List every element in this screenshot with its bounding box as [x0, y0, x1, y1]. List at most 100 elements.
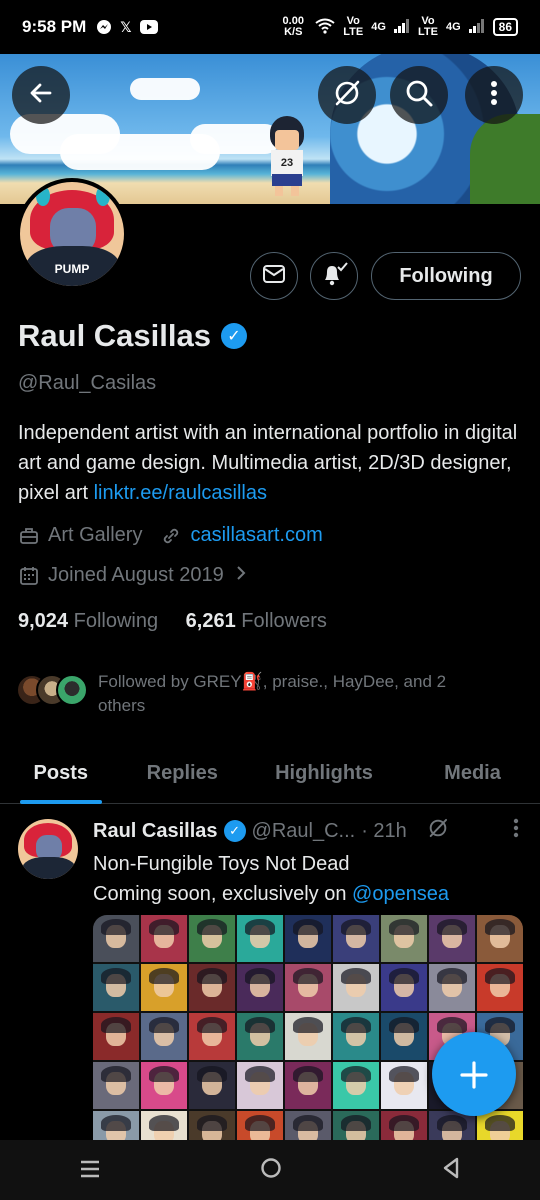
media-tile [141, 964, 187, 1011]
post-author-handle[interactable]: @Raul_C... [252, 820, 356, 843]
tab-highlights[interactable]: Highlights [243, 744, 405, 803]
media-tile [285, 915, 331, 962]
plus-icon [459, 1047, 489, 1101]
media-tile [141, 1062, 187, 1109]
media-tile [477, 964, 523, 1011]
post-line2: Coming soon, exclusively on @opensea [93, 879, 449, 909]
back-button[interactable] [12, 66, 70, 124]
bio-link[interactable]: linktr.ee/raulcasillas [94, 482, 267, 504]
avatar-hoodie-text: PUMP [54, 262, 90, 276]
media-tile [189, 1062, 235, 1109]
media-tile [429, 915, 475, 962]
tab-posts[interactable]: Posts [0, 744, 122, 804]
media-tile [237, 915, 283, 962]
signal-icon [468, 18, 485, 36]
net-speed: 0.00 K/S [282, 15, 304, 38]
sim2-volte: Vo LTE [417, 15, 438, 38]
follower-avatar [56, 674, 88, 706]
media-tile [333, 1062, 379, 1109]
profile-name-row: Raul Casillas ✓ [18, 318, 247, 354]
sim1-network: 4G [371, 21, 386, 33]
tab-media[interactable]: Media [405, 744, 540, 803]
compose-post-button[interactable] [432, 1032, 516, 1116]
media-tile [381, 1013, 427, 1060]
grok-icon [332, 78, 362, 113]
pixel-character: 23 [262, 116, 312, 196]
profile-website-link[interactable]: casillasart.com [190, 524, 322, 547]
followed-by[interactable]: Followed by GREY⛽, praise., HayDee, and … [16, 670, 446, 718]
post-line1: Non-Fungible Toys Not Dead [93, 853, 350, 875]
status-bar: 9:58 PM 𝕏 0.00 K/S Vo LTE 4G Vo LTE 4G 8… [0, 0, 540, 54]
followed-by-avatars [16, 674, 88, 718]
sim1-volte: Vo LTE [343, 15, 364, 38]
sim2-network: 4G [445, 21, 461, 33]
media-tile [381, 915, 427, 962]
status-time: 9:58 PM [22, 17, 87, 36]
media-tile [237, 1013, 283, 1060]
grok-icon[interactable] [427, 817, 449, 845]
messenger-icon [96, 19, 112, 35]
media-tile [189, 1013, 235, 1060]
notifications-button[interactable] [310, 252, 358, 300]
joined-row[interactable]: Joined August 2019 [18, 564, 246, 587]
search-icon [404, 78, 434, 113]
media-tile [93, 1013, 139, 1060]
youtube-icon [139, 20, 158, 34]
following-button[interactable]: Following [371, 252, 521, 300]
shirt-number: 23 [271, 150, 303, 176]
cloud [130, 78, 200, 100]
grok-button[interactable] [318, 66, 376, 124]
followed-by-text: Followed by GREY⛽, praise., HayDee, and … [98, 670, 446, 718]
followed-by-line2: others [98, 696, 146, 715]
post-mention-link[interactable]: @opensea [352, 883, 449, 905]
post-text: Non-Fungible Toys Not Dead Coming soon, … [93, 849, 449, 909]
more-options-button[interactable] [465, 66, 523, 124]
following-label: Following [73, 610, 159, 632]
post-header: Raul Casillas ✓ @Raul_C... · 21h [93, 817, 523, 845]
post-more-icon[interactable] [513, 818, 519, 844]
profile-handle: @Raul_Casilas [18, 372, 157, 394]
profile-bio: Independent artist with an international… [18, 418, 528, 508]
media-tile [333, 915, 379, 962]
following-count-link[interactable]: 9,024 Following [18, 610, 158, 632]
x-icon: 𝕏 [120, 18, 132, 35]
profile-tabs: Posts Replies Highlights Media [0, 744, 540, 804]
media-tile [237, 964, 283, 1011]
media-tile [285, 964, 331, 1011]
media-tile [333, 1013, 379, 1060]
media-tile [285, 1062, 331, 1109]
island [470, 114, 540, 204]
media-tile [477, 915, 523, 962]
post-author-name[interactable]: Raul Casillas [93, 820, 218, 843]
recent-apps-button[interactable] [79, 1155, 101, 1186]
status-indicators: 0.00 K/S Vo LTE 4G Vo LTE 4G 86 [279, 16, 518, 38]
briefcase-icon [18, 525, 40, 547]
post-avatar[interactable] [18, 819, 78, 879]
media-tile [285, 1013, 331, 1060]
chevron-right-icon [236, 564, 246, 587]
home-button[interactable] [260, 1155, 282, 1186]
followers-count-link[interactable]: 6,261 Followers [186, 610, 327, 632]
profile-joined: Joined August 2019 [48, 564, 224, 586]
media-tile [381, 1062, 427, 1109]
calendar-icon [18, 565, 40, 587]
follow-counts: 9,024 Following 6,261 Followers [18, 610, 327, 633]
profile-meta-row: Art Gallery casillasart.com [18, 524, 323, 547]
search-button[interactable] [390, 66, 448, 124]
media-tile [189, 964, 235, 1011]
back-nav-button[interactable] [441, 1155, 461, 1186]
profile-avatar[interactable]: PUMP [16, 178, 128, 290]
media-tile [93, 1062, 139, 1109]
verified-badge-icon[interactable]: ✓ [220, 323, 247, 349]
message-button[interactable] [250, 252, 298, 300]
media-tile [189, 915, 235, 962]
system-navigation-bar [0, 1140, 540, 1200]
verified-badge-icon[interactable]: ✓ [223, 820, 246, 842]
media-tile [141, 915, 187, 962]
followers-label: Followers [241, 610, 327, 632]
media-tile [141, 1013, 187, 1060]
back-arrow-icon [28, 80, 54, 111]
profile-name: Raul Casillas [18, 318, 211, 353]
more-vertical-icon [490, 80, 498, 111]
tab-replies[interactable]: Replies [122, 744, 244, 803]
